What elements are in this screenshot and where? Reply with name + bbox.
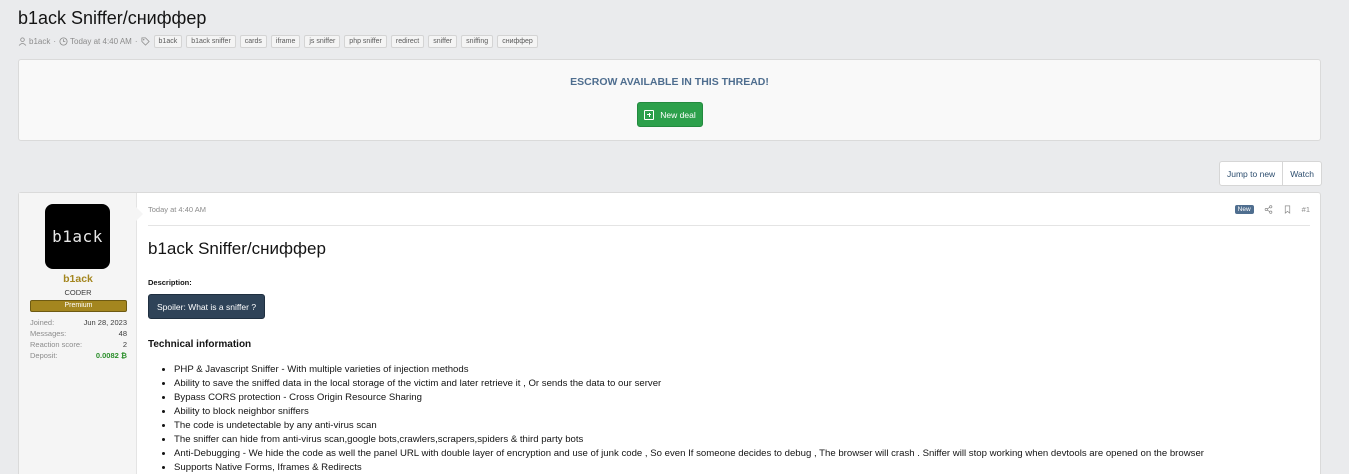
- thread-date[interactable]: Today at 4:40 AM: [70, 37, 132, 46]
- tag[interactable]: iframe: [270, 35, 301, 48]
- post-tools: New #1: [1234, 205, 1310, 214]
- tag[interactable]: js sniffer: [304, 35, 341, 48]
- list-item: Ability to save the sniffed data in the …: [174, 377, 1204, 391]
- stat-deposit: Deposit: 0.0082 ₿: [30, 350, 127, 361]
- stat-value: 2: [122, 340, 127, 349]
- spoiler-button[interactable]: Spoiler: What is a sniffer ?: [148, 294, 266, 319]
- post-date[interactable]: Today at 4:40 AM: [148, 205, 206, 214]
- tag[interactable]: cards: [239, 35, 267, 48]
- meta-separator: ·: [134, 37, 138, 46]
- tags-icon: [141, 37, 150, 46]
- stat-reaction-score: Reaction score: 2: [30, 339, 127, 350]
- meta-separator: ·: [53, 37, 57, 46]
- new-deal-label: New deal: [660, 109, 696, 120]
- list-item: The code is undetectable by any anti-vir…: [174, 419, 1204, 433]
- stat-label: Deposit:: [30, 351, 58, 360]
- post-header: Today at 4:40 AM New #1: [148, 205, 1310, 226]
- thread-actions: Jump to new Watch: [1219, 161, 1322, 186]
- stat-label: Reaction score:: [30, 340, 83, 349]
- tag[interactable]: sniffing: [461, 35, 494, 48]
- tag[interactable]: сниффер: [497, 35, 538, 48]
- stat-label: Joined:: [30, 318, 55, 327]
- tag[interactable]: redirect: [390, 35, 425, 48]
- tag[interactable]: sniffer: [428, 35, 458, 48]
- post-user-cell: b1ack b1ack CODER Premium Joined: Jun 28…: [19, 193, 143, 474]
- avatar[interactable]: b1ack: [45, 204, 110, 269]
- escrow-title: ESCROW AVAILABLE IN THIS THREAD!: [570, 76, 769, 88]
- list-item: Bypass CORS protection - Cross Origin Re…: [174, 391, 1204, 405]
- escrow-panel: ESCROW AVAILABLE IN THIS THREAD! New dea…: [18, 59, 1321, 141]
- post-message: Today at 4:40 AM New #1 b1ack Sniffer/сн…: [148, 193, 1310, 474]
- feature-list: PHP & Javascript Sniffer - With multiple…: [174, 363, 1204, 474]
- watch-button[interactable]: Watch: [1282, 162, 1321, 185]
- jump-to-new-button[interactable]: Jump to new: [1220, 162, 1282, 185]
- share-icon[interactable]: [1264, 205, 1273, 214]
- stat-value: 0.0082 ₿: [95, 351, 127, 360]
- tag[interactable]: b1ack sniffer: [186, 35, 236, 48]
- user-banner: Premium: [30, 300, 127, 312]
- tag[interactable]: b1ack: [153, 35, 183, 48]
- thread-author[interactable]: b1ack: [29, 37, 50, 46]
- user-icon: [18, 37, 27, 46]
- user-title: CODER: [64, 288, 92, 297]
- list-item: PHP & Javascript Sniffer - With multiple…: [174, 363, 1204, 377]
- new-badge: New: [1234, 205, 1254, 214]
- plus-square-icon: [644, 109, 655, 120]
- list-item: Anti-Debugging - We hide the code as wel…: [174, 447, 1204, 461]
- list-item: Ability to block neighbor sniffers: [174, 405, 1204, 419]
- clock-icon: [59, 37, 68, 46]
- tag[interactable]: php sniffer: [344, 35, 387, 48]
- description-label: Description:: [148, 278, 192, 287]
- post-number[interactable]: #1: [1302, 205, 1310, 214]
- stat-joined: Joined: Jun 28, 2023: [30, 317, 127, 328]
- stat-value[interactable]: 48: [119, 328, 127, 339]
- stat-messages: Messages: 48: [30, 328, 127, 339]
- thread-title: b1ack Sniffer/сниффер: [18, 8, 207, 28]
- user-stats: Joined: Jun 28, 2023 Messages: 48 Reacti…: [30, 317, 127, 361]
- username[interactable]: b1ack: [19, 273, 137, 285]
- stat-label: Messages:: [30, 329, 67, 338]
- thread-meta: b1ack · Today at 4:40 AM · b1ack b1ack s…: [18, 35, 542, 48]
- post: b1ack b1ack CODER Premium Joined: Jun 28…: [18, 192, 1321, 474]
- technical-info-heading: Technical information: [148, 339, 252, 350]
- new-deal-button[interactable]: New deal: [637, 102, 703, 127]
- stat-value: Jun 28, 2023: [83, 318, 127, 327]
- bookmark-icon[interactable]: [1283, 205, 1292, 214]
- post-title: b1ack Sniffer/сниффер: [148, 239, 326, 258]
- list-item: Supports Native Forms, Iframes & Redirec…: [174, 461, 1204, 474]
- list-item: The sniffer can hide from anti-virus sca…: [174, 433, 1204, 447]
